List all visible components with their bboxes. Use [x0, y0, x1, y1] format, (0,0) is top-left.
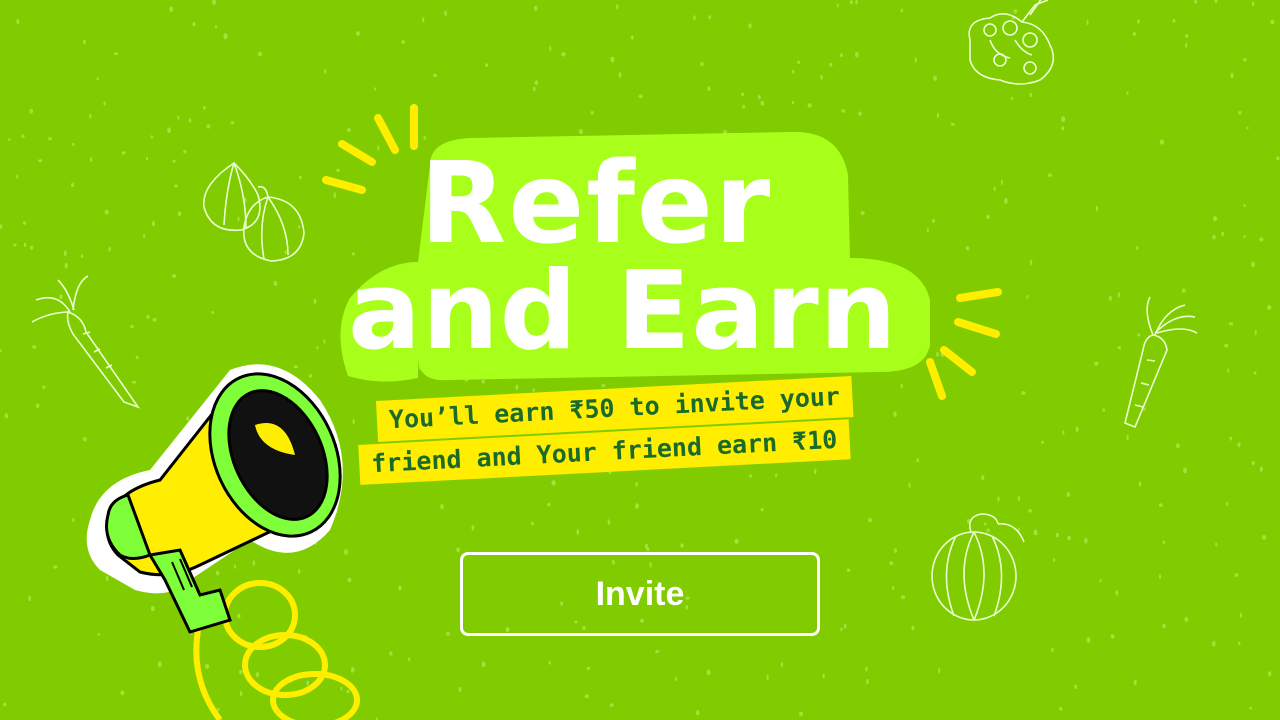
onion-icon	[203, 161, 305, 262]
title-line-and-earn: and Earn	[348, 249, 898, 374]
sparkle-lines-left	[322, 104, 418, 194]
carrot-icon	[31, 275, 141, 409]
sparkle-lines-right	[926, 288, 1002, 400]
broccoli-icon	[968, 0, 1055, 85]
carrot-icon-right	[1124, 296, 1198, 429]
title-line-refer: Refer	[420, 139, 773, 269]
pumpkin-icon	[931, 513, 1025, 621]
invite-button[interactable]: Invite	[460, 552, 820, 636]
